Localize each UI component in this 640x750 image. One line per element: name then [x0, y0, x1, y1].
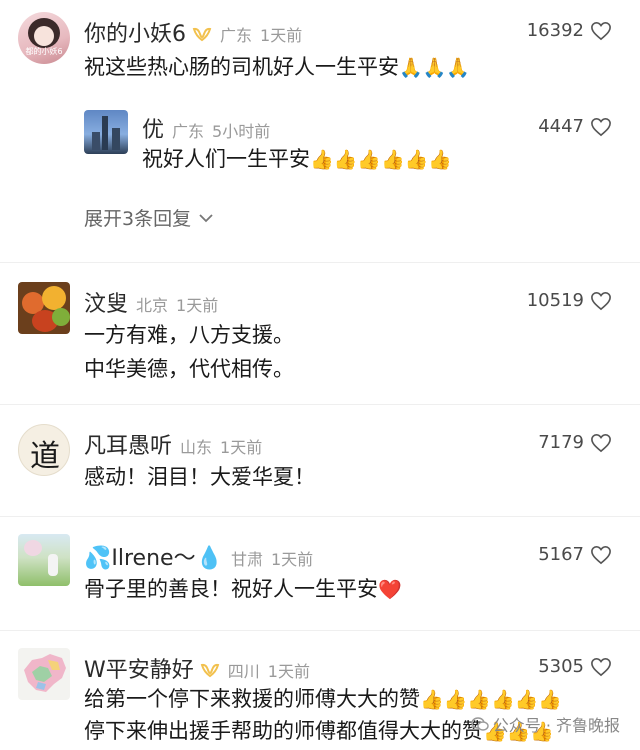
username[interactable]: 你的小妖6 — [84, 16, 186, 48]
like-button[interactable]: 16392 — [527, 20, 612, 41]
like-count: 5305 — [538, 656, 584, 677]
reply-header: 优 广东 5小时前 — [142, 112, 270, 144]
heart-icon — [591, 21, 611, 40]
comment-header: 💦Ilrene～💧 甘肃 1天前 — [84, 540, 313, 572]
thumbs-up-emoji: 👍👍👍👍👍👍 — [420, 689, 562, 711]
expand-replies-button[interactable]: 展开3条回复 — [84, 204, 213, 231]
comment-header: 凡耳愚听 山东 1天前 — [84, 428, 262, 460]
like-button[interactable]: 4447 — [538, 116, 612, 137]
comment-1: 都的小妖6 你的小妖6 广东 1天前 16392 祝这些热心肠的司机好人一生平安🙏… — [0, 0, 640, 240]
wechat-icon — [471, 717, 489, 731]
location: 山东 — [180, 438, 213, 457]
expand-replies-label: 展开3条回复 — [84, 208, 192, 230]
divider — [0, 404, 640, 405]
heart-icon — [591, 291, 611, 310]
comment-header: W平安静好 四川 1天前 — [84, 652, 310, 684]
username[interactable]: W平安静好 — [84, 652, 194, 684]
avatar-text: 都的小妖6 — [25, 47, 63, 56]
location: 四川 — [227, 662, 260, 681]
comment-text-line-1: 给第一个停下来救援的师傅大大的赞👍👍👍👍👍👍 — [84, 684, 562, 715]
reply-text: 祝好人们一生平安👍👍👍👍👍👍 — [142, 144, 452, 175]
avatar-user-1[interactable]: 都的小妖6 — [18, 12, 70, 64]
like-count: 4447 — [538, 116, 584, 137]
watermark: 公众号 · 齐鲁晚报 — [471, 712, 620, 736]
divider — [0, 630, 640, 631]
avatar-reply-user[interactable] — [84, 110, 128, 154]
timestamp: 1天前 — [260, 26, 303, 45]
thumbs-up-emoji: 👍👍👍👍👍👍 — [310, 149, 452, 171]
timestamp: 1天前 — [176, 296, 219, 315]
comment-header: 你的小妖6 广东 1天前 — [84, 16, 302, 48]
watermark-text: 公众号 · 齐鲁晚报 — [492, 716, 620, 735]
timestamp: 1天前 — [220, 438, 263, 457]
map-icon — [24, 654, 66, 692]
comment-text-line-1: 一方有难，八方支援。 — [84, 323, 294, 347]
comment-text-line-2: 中华美德，代代相传。 — [84, 357, 294, 381]
heart-icon — [591, 545, 611, 564]
avatar-user-4[interactable] — [18, 534, 70, 586]
comment-header: 汶叟 北京 1天前 — [84, 286, 218, 318]
comment-3: 道 凡耳愚听 山东 1天前 7179 感动！泪目！大爱华夏！ — [0, 412, 640, 512]
comment-text: 祝这些热心肠的司机好人一生平安🙏🙏🙏 — [84, 52, 470, 83]
location: 北京 — [136, 296, 169, 315]
divider — [0, 262, 640, 263]
comment-2: 汶叟 北京 1天前 10519 一方有难，八方支援。 中华美德，代代相传。 — [0, 270, 640, 390]
like-count: 7179 — [538, 432, 584, 453]
comment-4: 💦Ilrene～💧 甘肃 1天前 5167 骨子里的善良！祝好人一生平安❤️ — [0, 524, 640, 624]
divider — [0, 516, 640, 517]
avatar-user-3[interactable]: 道 — [18, 424, 70, 476]
username[interactable]: 汶叟 — [84, 286, 128, 318]
heart-icon — [591, 657, 611, 676]
username[interactable]: 💦Ilrene～💧 — [84, 540, 223, 572]
like-count: 5167 — [538, 544, 584, 565]
username[interactable]: 凡耳愚听 — [84, 428, 172, 460]
like-button[interactable]: 5167 — [538, 544, 612, 565]
chevron-down-icon — [199, 213, 213, 222]
comment-text: 骨子里的善良！祝好人一生平安❤️ — [84, 574, 402, 605]
location: 广东 — [220, 26, 253, 45]
pray-emoji: 🙏🙏🙏 — [399, 57, 470, 79]
fan-badge-icon — [200, 663, 220, 678]
like-button[interactable]: 10519 — [527, 290, 612, 311]
like-button[interactable]: 7179 — [538, 432, 612, 453]
avatar-glyph: 道 — [30, 439, 60, 474]
like-button[interactable]: 5305 — [538, 656, 612, 677]
timestamp: 1天前 — [270, 550, 314, 569]
heart-emoji: ❤️ — [378, 579, 402, 601]
avatar-user-5[interactable] — [18, 648, 70, 700]
location: 广东 — [172, 122, 205, 141]
avatar-user-2[interactable] — [18, 282, 70, 334]
username[interactable]: 优 — [142, 112, 164, 144]
timestamp: 5小时前 — [212, 122, 271, 141]
heart-icon — [591, 117, 611, 136]
comment-text: 感动！泪目！大爱华夏！ — [84, 465, 315, 489]
timestamp: 1天前 — [267, 662, 310, 681]
fan-badge-icon — [192, 27, 212, 42]
like-count: 16392 — [526, 20, 584, 41]
heart-icon — [591, 433, 611, 452]
location: 甘肃 — [230, 550, 263, 569]
like-count: 10519 — [526, 290, 584, 311]
